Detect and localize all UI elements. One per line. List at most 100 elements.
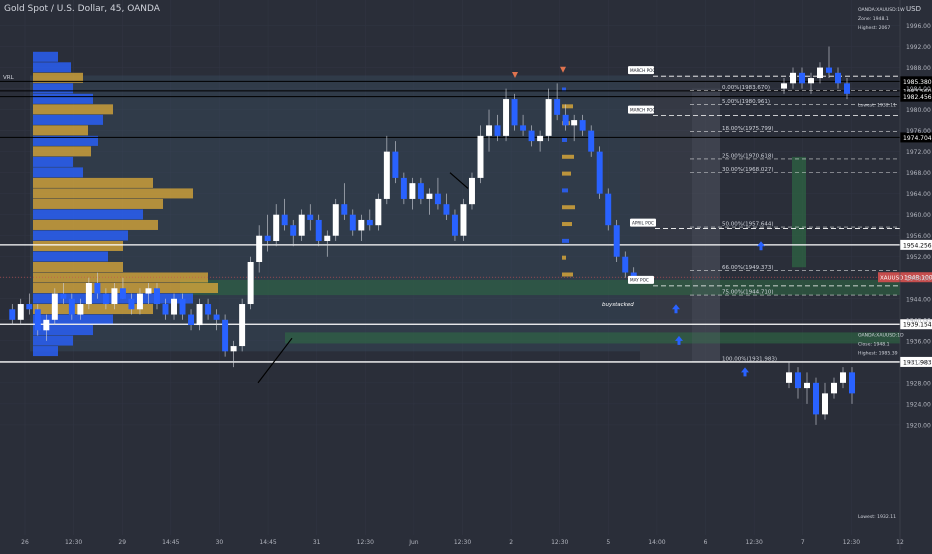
- y-tick-label: 1984.00: [906, 86, 931, 93]
- demand-zone-2: [285, 332, 900, 344]
- x-tick-label: 6: [704, 539, 708, 546]
- volume-profile-bar: [33, 167, 83, 178]
- inset-candle: [799, 72, 805, 84]
- inset-candle: [831, 382, 837, 394]
- poc-label: APRIL POC: [632, 220, 654, 225]
- candle-body: [588, 130, 595, 152]
- inset-candle: [808, 78, 814, 84]
- candle-body: [554, 99, 561, 115]
- candle-body: [222, 319, 229, 352]
- x-tick-label: 29: [118, 539, 126, 546]
- x-tick-label: 14:45: [162, 539, 179, 546]
- inset-candle: [813, 382, 819, 415]
- candle-body: [426, 193, 433, 199]
- inset-candle: [844, 83, 850, 94]
- x-tick-label: 26: [21, 539, 29, 546]
- candle-body: [400, 177, 407, 199]
- session-profile-bar: [562, 188, 568, 193]
- inset-candle: [840, 372, 846, 383]
- candle-body: [613, 225, 620, 257]
- volume-profile-bar: [33, 62, 71, 73]
- candle-body: [434, 193, 441, 205]
- vrl-label: VRL: [3, 75, 15, 81]
- candle-body: [520, 125, 527, 131]
- candle-body: [383, 151, 390, 199]
- y-tick-label: 1928.00: [906, 380, 931, 387]
- candle-body: [51, 293, 58, 320]
- inset-info: Close: 1948.1: [858, 342, 890, 348]
- candle-body: [43, 319, 50, 331]
- volume-profile-bar: [33, 114, 103, 125]
- y-tick-label: 1960.00: [906, 212, 931, 219]
- candle-body: [443, 204, 450, 215]
- x-tick-label: 12:30: [357, 539, 374, 546]
- inset-info: OANDA:XAUUSD:1W: [858, 7, 905, 13]
- candle-body: [451, 214, 458, 236]
- candle-body: [273, 214, 280, 241]
- session-profile-bar: [562, 171, 571, 176]
- x-tick-label: 7: [801, 539, 805, 546]
- candle-body: [179, 298, 186, 315]
- y-tick-label: 1948.00: [906, 275, 931, 282]
- inset-info: Highest: 1985.39: [858, 351, 898, 357]
- candle-body: [34, 309, 41, 331]
- candle-body: [9, 309, 16, 320]
- chart-title: Gold Spot / U.S. Dollar, 45, OANDA: [4, 4, 160, 14]
- x-tick-label: 14:00: [648, 539, 665, 546]
- x-tick-label: 12:30: [65, 539, 82, 546]
- y-tick-label: 1980.00: [906, 107, 931, 114]
- candle-body: [60, 293, 67, 299]
- candle-body: [17, 304, 24, 320]
- x-tick-label: 31: [313, 539, 321, 546]
- candle-body: [162, 304, 169, 315]
- candle-body: [264, 235, 271, 241]
- y-tick-label: 1924.00: [906, 401, 931, 408]
- y-tick-label: 1940.00: [906, 317, 931, 324]
- x-tick-label: 30: [216, 539, 224, 546]
- candle-body: [358, 219, 365, 231]
- y-tick-label: 1976.00: [906, 128, 931, 135]
- candle-body: [392, 151, 399, 178]
- candle-body: [290, 225, 297, 236]
- y-tick-label: 1932.00: [906, 359, 931, 366]
- y-tick-label: 1952.00: [906, 254, 931, 261]
- candle-body: [511, 99, 518, 126]
- inset-candle: [835, 72, 841, 84]
- x-tick-label: 12: [896, 539, 904, 546]
- candle-body: [85, 283, 92, 305]
- candle-body: [528, 130, 535, 142]
- volume-profile-bar: [33, 125, 88, 136]
- fib-label: 75.00%(1944.710): [722, 290, 774, 296]
- inset-lowest: Lowest: 1932.11: [858, 103, 896, 109]
- inset-candle: [826, 67, 832, 73]
- inset-candle: [790, 72, 796, 84]
- fib-label: 100.00%(1931.983): [722, 356, 777, 362]
- session-profile-bar: [562, 272, 573, 277]
- fib-label: 18.00%(1975.799): [722, 126, 774, 132]
- candle-body: [486, 125, 492, 136]
- volume-profile-bar: [33, 198, 163, 209]
- fib-label: 0.00%(1983.670): [722, 85, 770, 91]
- session-profile-bar: [562, 154, 574, 159]
- y-tick-label: 1920.00: [906, 422, 931, 429]
- x-tick-label: 12:30: [843, 539, 860, 546]
- candle-body: [230, 346, 237, 352]
- volume-profile-bar: [33, 209, 143, 220]
- level-label: 1982.456: [903, 94, 932, 101]
- volume-profile-bar: [33, 251, 108, 262]
- x-tick-label: 5: [606, 539, 610, 546]
- volume-profile-bar: [33, 240, 123, 251]
- candle-body: [307, 214, 314, 220]
- x-tick-label: 12:30: [746, 539, 763, 546]
- candle-body: [111, 288, 118, 305]
- volume-profile-bar: [33, 230, 128, 241]
- chart-svg: OANDA:XAUUSD:1W Zone: 1948.1 Highest: 2067…: [0, 0, 932, 550]
- inset-info: Highest: 2067: [858, 25, 890, 31]
- y-tick-label: 1936.00: [906, 338, 931, 345]
- x-tick-label: 12:30: [454, 539, 471, 546]
- session-profile-bar: [562, 255, 566, 260]
- y-tick-label: 1972.00: [906, 149, 931, 156]
- candle-body: [494, 125, 501, 136]
- y-tick-label: 1996.00: [906, 23, 931, 30]
- inset-candle: [804, 382, 810, 389]
